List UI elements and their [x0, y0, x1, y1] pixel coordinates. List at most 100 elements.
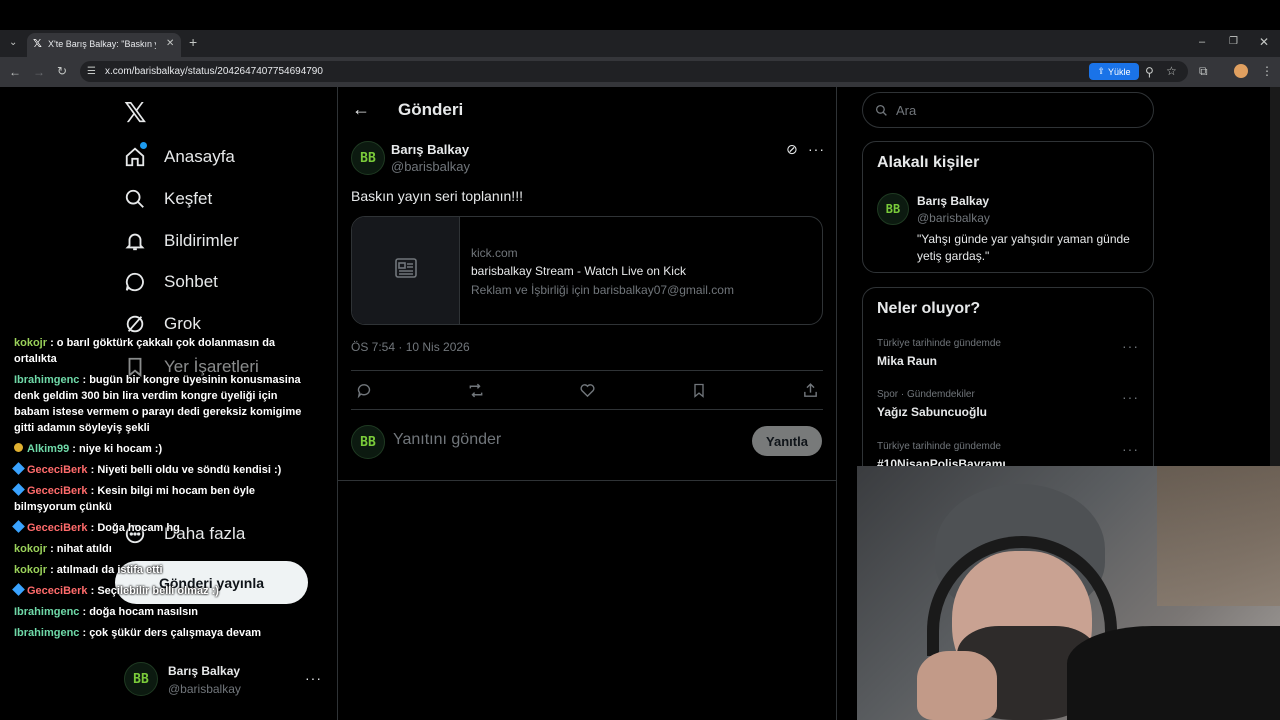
reload-icon[interactable]: ↻ — [57, 65, 67, 77]
new-tab-icon[interactable]: + — [189, 35, 197, 49]
nav-label: Grok — [164, 314, 201, 333]
account-name: Barış Balkay — [168, 664, 241, 678]
extensions-icon[interactable]: ⧉ — [1199, 65, 1208, 77]
chat-text: : Niyeti belli oldu ve söndü kendisi :) — [90, 464, 282, 476]
chat-user: GececiBerk — [27, 485, 88, 497]
post-more-icon[interactable]: ··· — [808, 141, 825, 157]
chat-user: kokojr — [14, 337, 48, 349]
star-icon[interactable]: ☆ — [1166, 65, 1177, 77]
trend-title: Yağız Sabuncuoğlu — [877, 405, 988, 419]
cube-badge-icon — [12, 462, 25, 475]
reply-avatar: BB — [351, 425, 385, 459]
close-tab-icon[interactable]: ✕ — [166, 38, 174, 50]
reply-icon[interactable] — [356, 382, 373, 403]
forward-icon[interactable]: → — [33, 66, 45, 78]
site-info-icon[interactable]: ☰ — [87, 66, 96, 78]
relevant-name[interactable]: Barış Balkay — [917, 194, 989, 208]
url-text: x.com/barisbalkay/status/204264740775469… — [105, 66, 323, 77]
chat-message: kokojr : atılmadı da istifa etti — [14, 562, 304, 578]
minimize-icon[interactable]: – — [1199, 36, 1205, 48]
menu-icon[interactable]: ⋮ — [1261, 65, 1273, 77]
search-box[interactable]: Ara — [862, 92, 1154, 128]
trend-item[interactable]: Türkiye tarihinde gündemde Mika Raun — [877, 338, 1001, 368]
trend-title: Mika Raun — [877, 354, 938, 368]
chat-user: Ibrahimgenc — [14, 627, 80, 639]
relevant-avatar[interactable]: BB — [877, 193, 909, 225]
chat-message: GececiBerk : Niyeti belli oldu ve söndü … — [12, 462, 304, 478]
post-timestamp[interactable]: ÖS 7:54 · 10 Nis 2026 — [351, 340, 470, 354]
article-icon — [394, 258, 417, 283]
like-icon[interactable] — [579, 382, 596, 403]
relevant-handle: @barisbalkay — [917, 211, 990, 225]
webcam-hand — [917, 651, 997, 720]
divider — [337, 480, 836, 481]
chat-message: kokojr : o barıl göktürk çakkalı çok dol… — [14, 335, 304, 367]
account-more-icon[interactable]: ··· — [305, 670, 322, 686]
relevant-title: Alakalı kişiler — [877, 154, 980, 171]
author-name[interactable]: Barış Balkay — [391, 142, 469, 157]
nav-item-notifications[interactable]: Bildirimler — [122, 226, 239, 256]
back-arrow-icon[interactable]: ← — [352, 99, 370, 120]
chat-text: : Doğa hocam hg — [90, 522, 180, 534]
restore-icon[interactable]: ❐ — [1229, 36, 1238, 48]
close-window-icon[interactable]: ✕ — [1259, 36, 1269, 48]
search-icon — [875, 104, 887, 116]
grok-icon — [122, 311, 148, 337]
author-avatar[interactable]: BB — [351, 141, 385, 175]
trend-meta: Spor · Gündemdekiler — [877, 389, 975, 400]
chat-message: Ibrahimgenc : çok şükür ders çalışmaya d… — [14, 625, 304, 641]
chat-message: GececiBerk : Doğa hocam hg — [12, 520, 304, 536]
grok-explain-icon[interactable]: ⊘ — [786, 141, 798, 158]
trend-item[interactable]: Spor · Gündemdekiler Yağız Sabuncuoğlu — [877, 389, 987, 419]
back-icon[interactable]: ← — [9, 66, 21, 78]
zoom-icon[interactable]: ⚲ — [1145, 66, 1154, 78]
trend-meta: Türkiye tarihinde gündemde — [877, 338, 1001, 349]
chat-user: GececiBerk — [27, 585, 88, 597]
cube-badge-icon — [12, 483, 25, 496]
page-title: Gönderi — [398, 100, 464, 119]
chat-user: Ibrahimgenc — [14, 606, 80, 618]
chat-bubble-icon — [122, 269, 148, 295]
upload-button[interactable]: ⇪ Yükle — [1089, 63, 1139, 80]
reply-input[interactable]: Yanıtını gönder — [393, 431, 501, 449]
profile-avatar[interactable] — [1234, 64, 1248, 78]
upload-icon: ⇪ — [1097, 66, 1106, 76]
nav-label: Bildirimler — [164, 231, 239, 250]
bookmark-action-icon[interactable] — [691, 382, 707, 403]
nav-item-explore[interactable]: Keşfet — [122, 184, 212, 214]
chat-text: : atılmadı da istifa etti — [50, 564, 163, 576]
nav-item-home[interactable]: Anasayfa — [122, 142, 235, 172]
trend-more-icon[interactable]: ··· — [1122, 338, 1139, 354]
chat-message: GececiBerk : Seçilebilir belli olmaz :) — [12, 583, 304, 599]
tab-strip: ⌄ + – ❐ ✕ — [0, 30, 1280, 57]
link-card[interactable]: kick.com barisbalkay Stream - Watch Live… — [351, 216, 823, 325]
stream-chat-overlay: kokojr : o barıl göktürk çakkalı çok dol… — [12, 335, 304, 646]
chat-user: Alkim99 — [27, 443, 70, 455]
trend-more-icon[interactable]: ··· — [1122, 389, 1139, 405]
account-handle: @barisbalkay — [168, 682, 241, 696]
chat-text: : niye ki hocam :) — [72, 443, 163, 455]
reply-button[interactable]: Yanıtla — [752, 426, 822, 456]
account-avatar[interactable]: BB — [124, 662, 158, 696]
card-title: barisbalkay Stream - Watch Live on Kick — [471, 264, 686, 278]
right-divider — [836, 87, 837, 720]
chat-user: GececiBerk — [27, 522, 88, 534]
tab-search-icon[interactable]: ⌄ — [9, 37, 17, 49]
nav-item-chat[interactable]: Sohbet — [122, 267, 218, 297]
search-icon — [122, 186, 148, 212]
share-icon[interactable] — [802, 382, 819, 403]
repost-icon[interactable] — [467, 382, 485, 403]
tweet-text: Baskın yayın seri toplanın!!! — [351, 188, 523, 204]
chat-user: kokojr — [14, 564, 48, 576]
cube-badge-icon — [12, 583, 25, 596]
x-logo-icon[interactable]: 𝕏 — [124, 96, 147, 129]
webcam-shirt — [1067, 626, 1280, 720]
divider — [351, 370, 823, 371]
chat-text: : çok şükür ders çalışmaya devam — [82, 627, 262, 639]
divider — [351, 409, 823, 410]
trend-more-icon[interactable]: ··· — [1122, 441, 1139, 457]
author-handle[interactable]: @barisbalkay — [391, 159, 470, 174]
gold-badge-icon — [14, 443, 23, 452]
chat-user: GececiBerk — [27, 464, 88, 476]
left-divider — [337, 87, 338, 720]
